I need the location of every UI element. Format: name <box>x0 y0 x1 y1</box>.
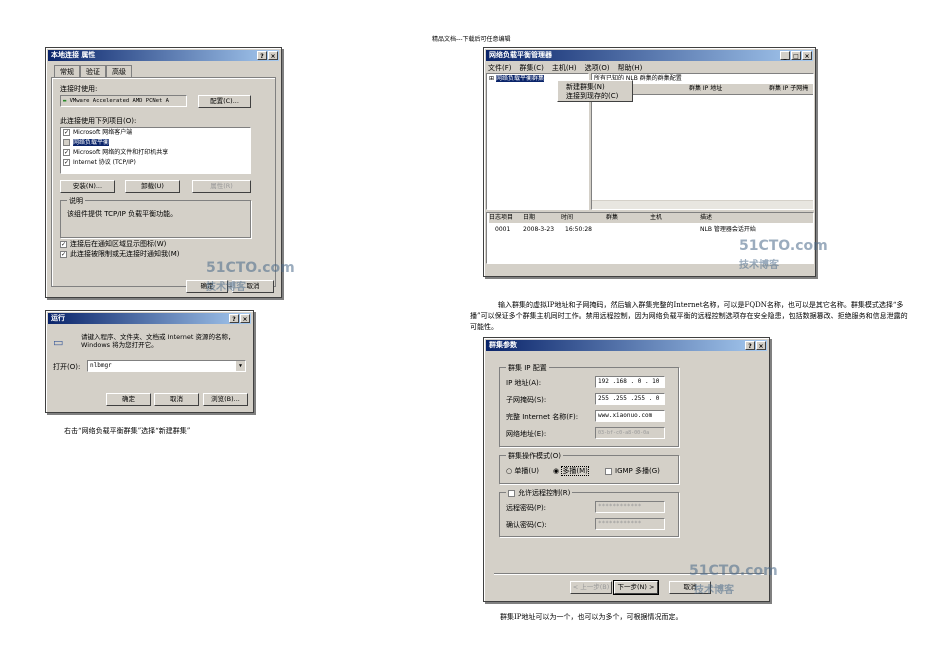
menu-connect-existing[interactable]: 连接到现存的(C) <box>566 92 624 101</box>
close-button[interactable]: × <box>240 314 250 323</box>
description-group: 说明 该组件提供 TCP/IP 负载平衡功能。 <box>60 196 251 238</box>
watermark-logo: 51CTO.com <box>739 238 828 254</box>
remote-password-field: ************ <box>595 501 665 513</box>
adapter-field: ▬ VMware Accelerated AMD PCNet A <box>60 95 187 107</box>
run-prompt: 请键入程序、文件夹、文档或 Internet 资源的名称，Windows 将为您… <box>81 333 235 349</box>
notify-checkbox[interactable]: ✓ 此连接被限制或无连接时通知我(M) <box>60 249 180 259</box>
checkbox[interactable] <box>63 139 70 146</box>
fqdn-label: 完整 Internet 名称(F): <box>506 413 579 421</box>
confirm-password-field: ************ <box>595 518 665 530</box>
list-item[interactable]: 网络负载平衡 <box>63 138 250 148</box>
back-button[interactable]: < 上一步(B) <box>570 581 612 594</box>
watermark-logo: 51CTO.com <box>689 563 778 579</box>
mask-label: 子网掩码(S): <box>506 396 547 404</box>
tree-root[interactable]: 网络负载平衡群集 <box>495 75 544 82</box>
uninstall-button[interactable]: 卸载(U) <box>125 180 180 193</box>
network-address-field: 03-bf-c0-a8-00-0a <box>595 427 665 439</box>
next-button[interactable]: 下一步(N) > <box>613 580 659 595</box>
nlb-manager-window: 网络负载平衡管理器 _ □ × 文件(F) 群集(C) 主机(H) 选项(O) 帮助(H) … <box>483 47 828 277</box>
caption-left: 右击“网络负载平衡群集”选择“新建群集” <box>64 427 191 435</box>
close-button[interactable]: × <box>268 51 278 60</box>
dropdown-arrow-icon[interactable]: ▼ <box>236 361 245 371</box>
horizontal-scrollbar[interactable] <box>592 200 813 209</box>
dialog-title: 群集参数 <box>489 341 517 349</box>
items-label: 此连接使用下列项目(O): <box>60 117 137 125</box>
title-bar: 本地连接 属性 ? × <box>48 50 279 61</box>
components-list[interactable]: ✓ Microsoft 网络客户端 网络负载平衡 ✓ Microsoft 网络的文件… <box>60 127 251 174</box>
confirm-password-label: 确认密码(C): <box>506 521 547 529</box>
ip-config-group: 群集 IP 配置 IP 地址(A): 192 .168 . 0 . 10 子网掩… <box>499 363 679 447</box>
menu-host[interactable]: 主机(H) <box>552 63 577 73</box>
mac-label: 网络地址(E): <box>506 430 547 438</box>
checkbox[interactable]: ✓ <box>63 149 70 156</box>
list-item[interactable]: ✓ Internet 协议 (TCP/IP) <box>63 158 250 168</box>
show-icon-checkbox[interactable]: ✓ 连接后在通知区域显示图标(W) <box>60 239 166 249</box>
ok-button[interactable]: 确定 <box>106 393 151 406</box>
multicast-radio[interactable]: ◉ 多播(M) <box>553 466 589 476</box>
browse-button[interactable]: 浏览(B)... <box>203 393 248 406</box>
ip-address-field[interactable]: 192 .168 . 0 . 10 <box>595 376 665 388</box>
open-input[interactable]: nlbmgr ▼ <box>87 360 246 372</box>
menu-help[interactable]: 帮助(H) <box>618 63 643 73</box>
page-header: 精品文档---下载后可任意编辑 <box>432 36 511 43</box>
operation-mode-group: 群集操作模式(O) ○ 单播(U) ◉ 多播(M) IGMP 多播(G) <box>499 451 679 484</box>
checkbox[interactable]: ✓ <box>63 159 70 166</box>
body-paragraph: 输入群集的虚拟IP地址和子网掩码，然后输入群集完整的Internet名称，可以是… <box>470 301 908 331</box>
checkbox[interactable]: ✓ <box>63 129 70 136</box>
properties-button[interactable]: 属性(R) <box>192 180 251 193</box>
fqdn-field[interactable]: www.xiaonuo.com <box>595 410 665 422</box>
remote-control-group: 允许远程控制(R) 远程密码(P): ************ 确认密码(C):… <box>499 488 679 537</box>
menu-options[interactable]: 选项(O) <box>585 63 610 73</box>
window-title: 网络负载平衡管理器 <box>489 51 552 59</box>
list-item[interactable]: ✓ Microsoft 网络客户端 <box>63 128 250 138</box>
connection-properties-dialog: 本地连接 属性 ? × 常规 验证 高级 连接时使用: ▬ VMware Acce… <box>45 47 295 298</box>
menu-bar: 文件(F) 群集(C) 主机(H) 选项(O) 帮助(H) <box>488 63 642 73</box>
igmp-checkbox[interactable]: IGMP 多播(G) <box>605 466 660 476</box>
expand-icon[interactable]: ⊞ <box>489 75 494 82</box>
dialog-title: 运行 <box>51 314 65 322</box>
close-button[interactable]: × <box>802 51 812 60</box>
ip-label: IP 地址(A): <box>506 379 542 387</box>
help-button[interactable]: ? <box>229 314 239 323</box>
help-button[interactable]: ? <box>257 51 267 60</box>
run-icon: ▭ <box>53 336 64 349</box>
configure-button[interactable]: 配置(C)... <box>198 95 251 108</box>
run-dialog: 运行 ? × ▭ 请键入程序、文件夹、文档或 Internet 资源的名称，Win… <box>45 310 254 413</box>
install-button[interactable]: 安装(N)... <box>60 180 115 193</box>
maximize-button[interactable]: □ <box>791 51 801 60</box>
menu-new-cluster[interactable]: 新建群集(N) <box>566 83 624 92</box>
description-text: 该组件提供 TCP/IP 负载平衡功能。 <box>67 210 178 218</box>
close-button[interactable]: × <box>756 341 766 350</box>
menu-file[interactable]: 文件(F) <box>488 63 512 73</box>
connect-using-label: 连接时使用: <box>60 85 98 93</box>
context-menu: 新建群集(N) 连接到现存的(C) <box>557 80 633 102</box>
table-row[interactable]: 0001 2008-3-23 16:50:28 NLB 管理器会话开始 <box>489 225 813 235</box>
unicast-radio[interactable]: ○ 单播(U) <box>506 466 539 476</box>
remote-password-label: 远程密码(P): <box>506 504 547 512</box>
cluster-parameters-dialog: 群集参数 ? × 群集 IP 配置 IP 地址(A): 192 .168 . 0 … <box>483 337 778 602</box>
menu-cluster[interactable]: 群集(C) <box>520 63 544 73</box>
open-label: 打开(O): <box>53 363 81 371</box>
watermark-logo: 51CTO.com <box>206 260 295 276</box>
cancel-button[interactable]: 取消 <box>154 393 199 406</box>
network-card-icon: ▬ <box>63 98 67 104</box>
caption-bottom: 群集IP地址可以为一个，也可以为多个，可根据情况而定。 <box>500 613 683 621</box>
minimize-button[interactable]: _ <box>780 51 790 60</box>
log-header: 日志项目 日期 时间 群集 主机 描述 <box>489 213 813 223</box>
help-button[interactable]: ? <box>745 341 755 350</box>
dialog-title: 本地连接 属性 <box>51 51 96 59</box>
list-item[interactable]: ✓ Microsoft 网络的文件和打印机共享 <box>63 148 250 158</box>
allow-remote-checkbox[interactable]: 允许远程控制(R) <box>506 488 573 498</box>
subnet-mask-field[interactable]: 255 .255 .255 . 0 <box>595 393 665 405</box>
